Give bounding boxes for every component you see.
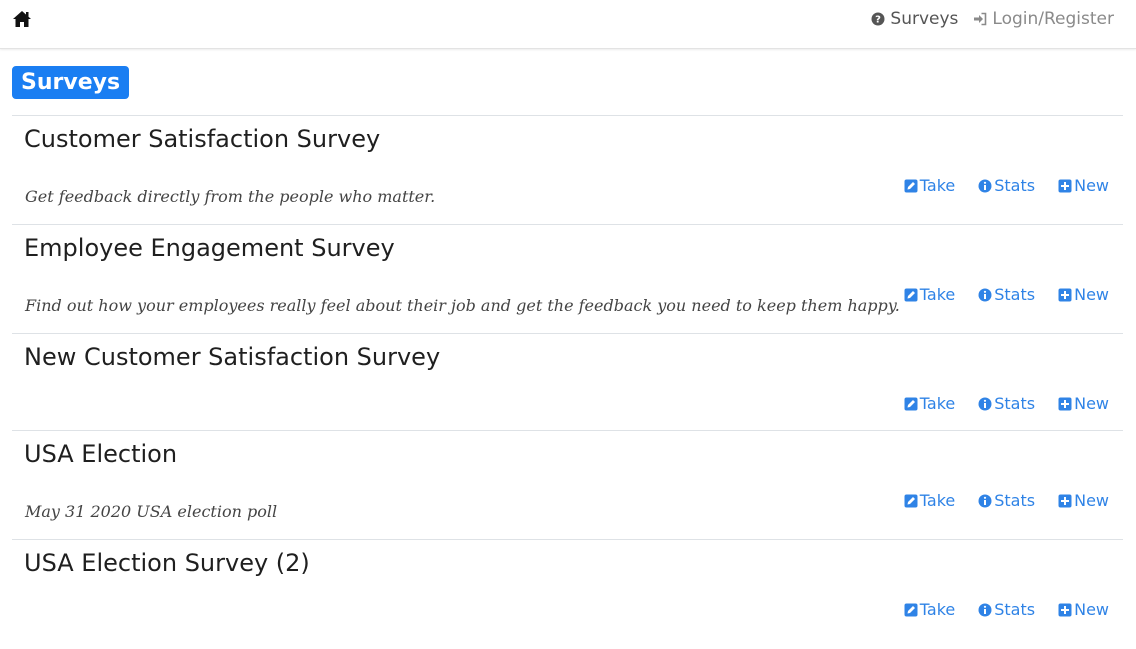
new-survey-link[interactable]: New [1058, 176, 1109, 195]
stats-survey-link[interactable]: Stats [978, 285, 1035, 304]
info-circle-icon [978, 179, 992, 192]
take-label: Take [919, 285, 956, 304]
take-label: Take [919, 491, 956, 510]
page-title-badge: Surveys [12, 66, 130, 99]
survey-row: New Customer Satisfaction Survey Take St… [12, 333, 1123, 430]
stats-label: Stats [994, 600, 1036, 619]
info-circle-icon [978, 603, 992, 616]
plus-square-icon [1058, 397, 1072, 410]
edit-icon [904, 397, 918, 410]
stats-survey-link[interactable]: Stats [978, 394, 1035, 413]
take-survey-link[interactable]: Take [904, 394, 955, 413]
take-survey-link[interactable]: Take [904, 600, 955, 619]
info-circle-icon [978, 288, 992, 301]
edit-icon [904, 494, 918, 507]
nav-login-label: Login/Register [992, 9, 1114, 29]
survey-row: USA Election Survey (2) Take Stats New [12, 539, 1123, 649]
survey-row: USA Election May 31 2020 USA election po… [12, 430, 1123, 539]
take-survey-link[interactable]: Take [904, 285, 955, 304]
take-survey-link[interactable]: Take [904, 491, 955, 510]
new-label: New [1074, 491, 1109, 510]
survey-description: Get feedback directly from the people wh… [25, 187, 436, 206]
plus-square-icon [1058, 494, 1072, 507]
stats-survey-link[interactable]: Stats [978, 600, 1035, 619]
nav-login-link[interactable]: Login/Register [973, 9, 1114, 29]
stats-label: Stats [994, 176, 1036, 195]
survey-actions: Take Stats New [904, 491, 1109, 510]
survey-title: Customer Satisfaction Survey [24, 125, 381, 153]
survey-actions: Take Stats New [904, 600, 1109, 619]
info-circle-icon [978, 494, 992, 507]
home-icon [13, 11, 31, 27]
stats-label: Stats [994, 394, 1036, 413]
survey-actions: Take Stats New [904, 176, 1109, 195]
survey-actions: Take Stats New [904, 285, 1109, 304]
stats-survey-link[interactable]: Stats [978, 491, 1035, 510]
edit-icon [904, 603, 918, 616]
survey-title: USA Election [24, 440, 178, 468]
edit-icon [904, 288, 918, 301]
edit-icon [904, 179, 918, 192]
new-label: New [1074, 394, 1109, 413]
nav-surveys-label: Surveys [890, 9, 959, 29]
plus-square-icon [1058, 179, 1072, 192]
new-survey-link[interactable]: New [1058, 285, 1109, 304]
take-label: Take [919, 394, 956, 413]
survey-row: Employee Engagement Survey Find out how … [12, 224, 1123, 333]
nav-right: ? Surveys Login/Register [871, 9, 1114, 29]
take-survey-link[interactable]: Take [904, 176, 955, 195]
top-navbar: ? Surveys Login/Register [0, 0, 1136, 49]
home-link[interactable] [12, 10, 32, 30]
survey-row: Customer Satisfaction Survey Get feedbac… [12, 115, 1123, 224]
survey-title: USA Election Survey (2) [24, 549, 310, 577]
stats-label: Stats [994, 285, 1036, 304]
nav-surveys-link[interactable]: ? Surveys [871, 9, 958, 29]
stats-survey-link[interactable]: Stats [978, 176, 1035, 195]
survey-list: Customer Satisfaction Survey Get feedbac… [12, 115, 1123, 649]
new-survey-link[interactable]: New [1058, 394, 1109, 413]
survey-title: New Customer Satisfaction Survey [24, 343, 441, 371]
survey-actions: Take Stats New [904, 394, 1109, 413]
svg-text:?: ? [876, 15, 882, 26]
new-label: New [1074, 285, 1109, 304]
plus-square-icon [1058, 288, 1072, 301]
new-survey-link[interactable]: New [1058, 491, 1109, 510]
info-circle-icon [978, 397, 992, 410]
take-label: Take [919, 176, 956, 195]
new-survey-link[interactable]: New [1058, 600, 1109, 619]
stats-label: Stats [994, 491, 1036, 510]
new-label: New [1074, 600, 1109, 619]
question-circle-icon: ? [871, 12, 885, 26]
new-label: New [1074, 176, 1109, 195]
survey-description: Find out how your employees really feel … [25, 296, 900, 315]
survey-title: Employee Engagement Survey [24, 234, 395, 262]
plus-square-icon [1058, 603, 1072, 616]
sign-in-icon [974, 12, 987, 26]
take-label: Take [919, 600, 956, 619]
survey-description: May 31 2020 USA election poll [25, 502, 278, 521]
